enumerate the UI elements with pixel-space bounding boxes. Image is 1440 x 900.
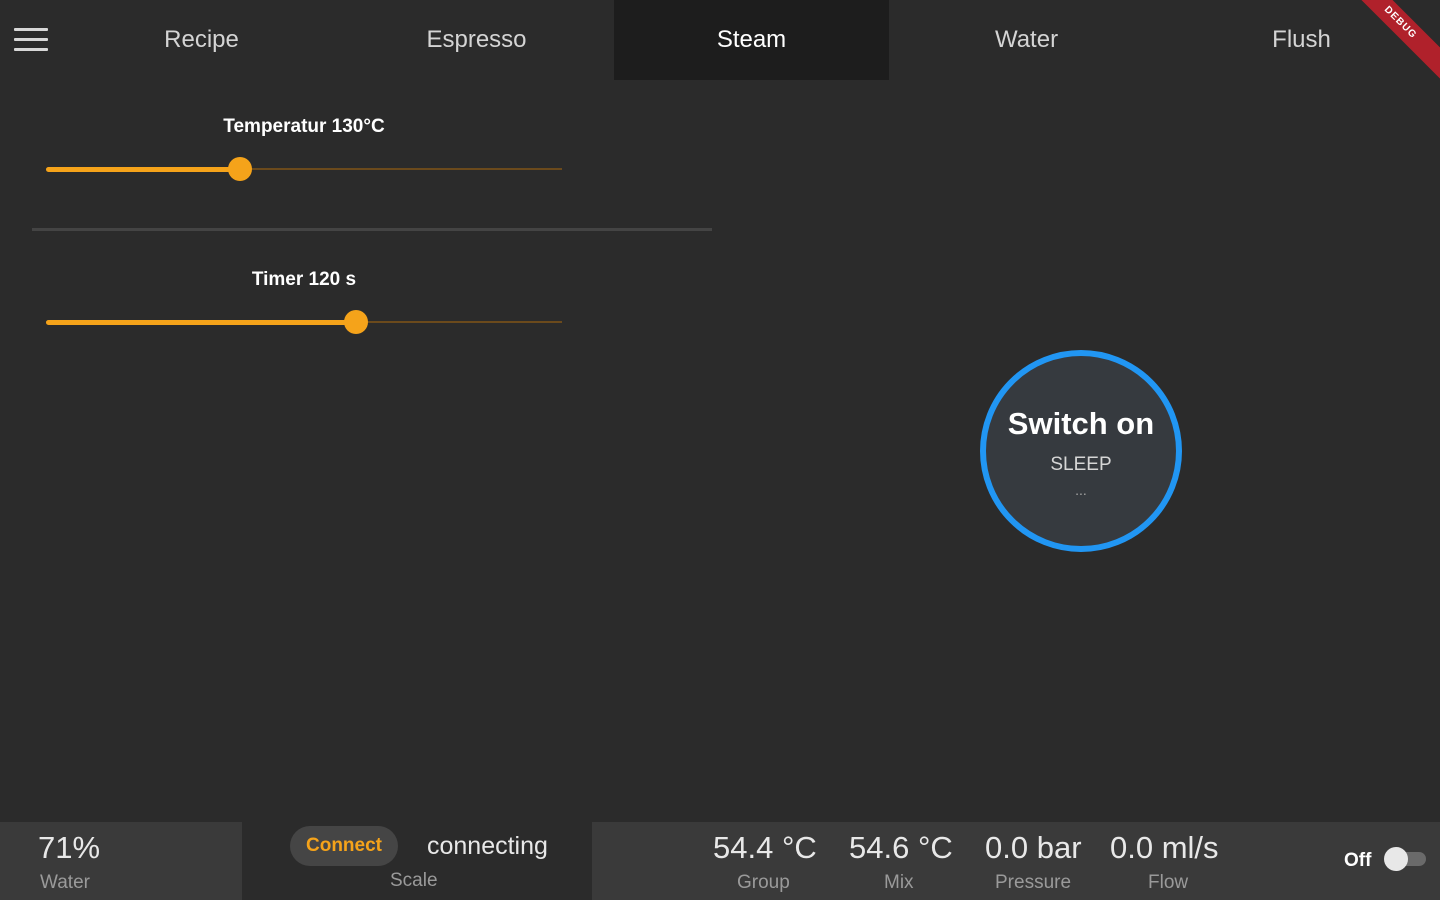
scale-status: connecting (427, 832, 548, 860)
machine-substate: ... (1075, 482, 1087, 498)
bottom-status-bar: 71% Water Connect connecting Scale 54.4 … (0, 822, 1440, 900)
tab-espresso[interactable]: Espresso (339, 0, 614, 80)
tab-flush-label: Flush (1272, 26, 1331, 53)
toggle-knob (1384, 847, 1408, 871)
tab-water-label: Water (994, 26, 1059, 53)
hamburger-menu-icon[interactable] (12, 26, 50, 54)
power-button-title: Switch on (1007, 406, 1155, 441)
scale-segment: Connect connecting Scale (242, 822, 592, 900)
pressure-label: Pressure (995, 872, 1072, 893)
tab-espresso-label: Espresso (426, 26, 527, 53)
scale-connect-button[interactable]: Connect (290, 826, 398, 866)
group-temperature-label: Group (737, 872, 790, 893)
water-level-label: Water (40, 872, 90, 893)
top-navigation-bar: Recipe Espresso Steam Water Flush DEBUG (0, 0, 1440, 88)
machine-toggle-switch[interactable] (1384, 847, 1426, 871)
temperature-slider-fill (46, 167, 240, 172)
timer-slider-thumb[interactable] (343, 310, 368, 334)
tab-steam[interactable]: Steam (614, 0, 889, 80)
flow-value: 0.0 ml/s (1110, 830, 1219, 865)
temperature-label: Temperatur 130°C (223, 116, 385, 137)
scale-label: Scale (390, 870, 438, 891)
machine-toggle-label: Off (1344, 850, 1372, 871)
timer-label: Timer 120 s (251, 269, 357, 290)
temperature-slider-thumb[interactable] (227, 157, 252, 181)
machine-state: SLEEP (1050, 454, 1112, 475)
pressure-value: 0.0 bar (985, 830, 1082, 865)
temperature-slider[interactable] (46, 157, 562, 181)
mix-temperature-value: 54.6 °C (849, 830, 953, 865)
timer-slider-fill (46, 320, 356, 325)
water-level-value: 71% (38, 830, 101, 865)
mix-temperature-label: Mix (884, 872, 914, 893)
switch-on-button[interactable]: Switch on SLEEP ... (980, 350, 1182, 552)
tab-recipe[interactable]: Recipe (64, 0, 339, 80)
timer-slider[interactable] (46, 310, 562, 334)
tab-water[interactable]: Water (889, 0, 1164, 80)
section-divider (32, 228, 712, 231)
tab-steam-label: Steam (716, 26, 787, 53)
water-level-segment: 71% Water (0, 822, 242, 900)
group-temperature-value: 54.4 °C (713, 830, 817, 865)
tab-recipe-label: Recipe (164, 26, 239, 53)
machine-metrics-segment: 54.4 °C Group 54.6 °C Mix 0.0 bar Pressu… (592, 822, 1440, 900)
flow-label: Flow (1148, 872, 1189, 893)
